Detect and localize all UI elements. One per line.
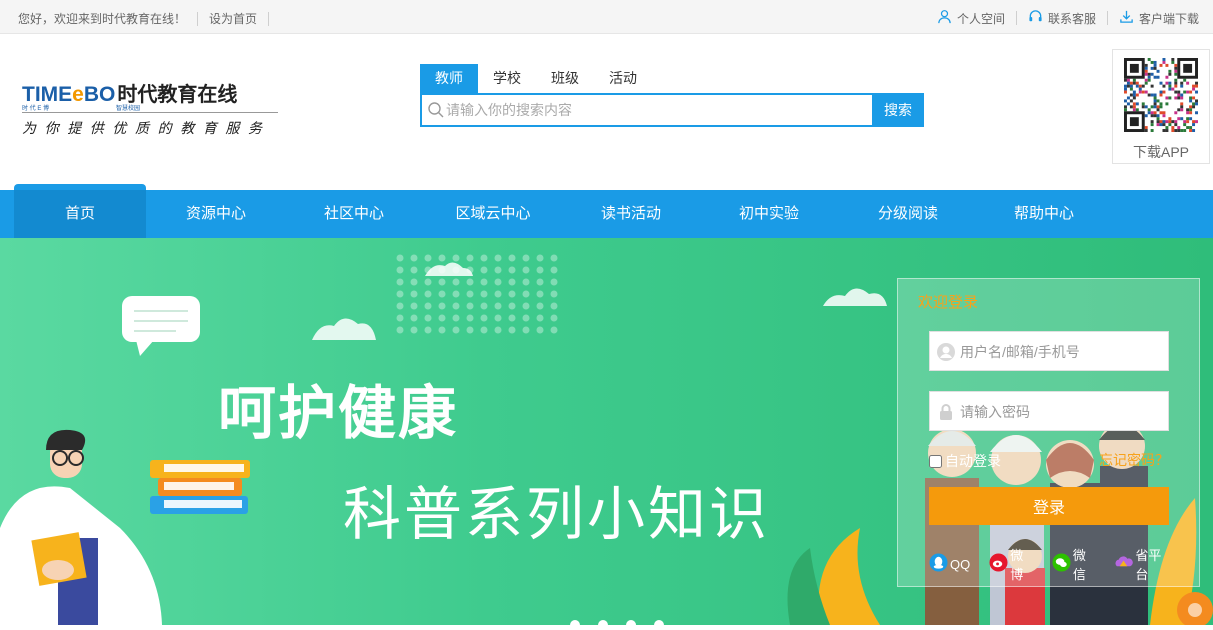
user-avatar-icon: [936, 342, 956, 362]
auto-login-checkbox[interactable]: 自动登录: [929, 451, 1001, 471]
logo-divider: [22, 112, 278, 113]
headset-icon: [1028, 9, 1043, 27]
carousel-dot[interactable]: [626, 620, 636, 630]
logo-brand-suffix: BO: [83, 83, 116, 106]
top-bar: 您好，欢迎来到时代教育在线！ 设为首页 个人空间 联系客服 客户端下载: [0, 0, 1213, 34]
nav-item[interactable]: 社区中心: [286, 190, 422, 238]
divider: [1106, 11, 1108, 25]
social-login-list: QQ 微博 微信 省平台: [929, 545, 1189, 583]
app-download-qr[interactable]: 下载APP: [1112, 49, 1210, 164]
download-icon: [1119, 9, 1134, 27]
nav-item[interactable]: 分级阅读: [840, 190, 976, 238]
search-button[interactable]: 搜索: [872, 93, 924, 127]
province-platform-icon: [1114, 553, 1134, 575]
nav-item[interactable]: 首页: [14, 190, 146, 238]
search-tab[interactable]: 班级: [536, 64, 594, 93]
main-nav: 首页 资源中心 社区中心 区域云中心 读书活动 初中实验 分级阅读 帮助中心: [0, 190, 1213, 238]
nav-item[interactable]: 帮助中心: [976, 190, 1112, 238]
top-bar-right: 个人空间 联系客服 客户端下载: [937, 9, 1199, 27]
nav-item[interactable]: 读书活动: [564, 190, 698, 238]
qq-icon: [929, 553, 948, 575]
contact-service-link[interactable]: 联系客服: [1028, 9, 1096, 27]
search-tab[interactable]: 活动: [594, 64, 652, 93]
carousel-dot[interactable]: [654, 620, 664, 630]
nav-item[interactable]: 区域云中心: [422, 190, 564, 238]
password-input[interactable]: [960, 400, 1160, 424]
logo-sub-left: 时 代 E 博: [22, 106, 50, 112]
user-icon: [937, 9, 952, 27]
social-login-label: QQ: [950, 556, 971, 572]
client-download-link[interactable]: 客户端下载: [1119, 9, 1199, 27]
auto-login-check[interactable]: [929, 454, 942, 468]
site-logo[interactable]: TIMEeBO 时代教育在线 时 代 E 博 智慧校园 为你提供优质的教育服务: [22, 78, 280, 138]
divider: [268, 11, 270, 26]
login-panel: 欢迎登录 自动登录 忘记密码？ 登录 QQ 微博 微信 省平台: [897, 278, 1200, 587]
wechat-icon: [1052, 553, 1071, 575]
login-button[interactable]: 登录: [929, 487, 1169, 525]
qr-code-icon: [1124, 58, 1198, 132]
search-tab[interactable]: 教师: [420, 64, 478, 93]
logo-brand-e: e: [72, 83, 84, 106]
auto-login-label: 自动登录: [945, 453, 1001, 469]
divider: [197, 11, 199, 26]
nav-item[interactable]: 资源中心: [146, 190, 286, 238]
search-tabs: 教师 学校 班级 活动: [420, 64, 652, 93]
set-home-link[interactable]: 设为首页: [209, 10, 257, 27]
carousel-dots: [570, 620, 664, 630]
social-login-province-platform[interactable]: 省平台: [1114, 545, 1170, 583]
welcome-text: 您好，欢迎来到时代教育在线！: [18, 12, 187, 26]
logo-sub-right: 智慧校园: [116, 106, 141, 112]
carousel-dot[interactable]: [598, 620, 608, 630]
lock-icon: [936, 402, 956, 422]
banner-title-main: 呵护健康: [218, 379, 459, 447]
nav-item[interactable]: 初中实验: [698, 190, 840, 238]
personal-space-link[interactable]: 个人空间: [937, 9, 1005, 27]
social-login-wechat[interactable]: 微信: [1052, 545, 1096, 583]
download-app-label: 下载APP: [1132, 144, 1189, 160]
logo-slogan: 为你提供优质的教育服务: [22, 120, 271, 136]
username-input[interactable]: [960, 340, 1160, 364]
carousel-dot[interactable]: [570, 620, 580, 630]
weibo-icon: [989, 553, 1008, 575]
search-input[interactable]: [446, 98, 866, 122]
search-icon: [427, 101, 445, 119]
personal-space-label: 个人空间: [956, 11, 1005, 26]
password-field: [929, 391, 1169, 431]
social-login-label: 微博: [1010, 548, 1024, 582]
banner-title-sub: 科普系列小知识: [343, 480, 771, 548]
contact-service-label: 联系客服: [1047, 11, 1096, 26]
divider: [1015, 11, 1017, 25]
search-box: 搜索: [420, 93, 924, 127]
social-login-label: 省平台: [1135, 548, 1162, 582]
social-login-label: 微信: [1072, 548, 1086, 582]
search-tab[interactable]: 学校: [478, 64, 536, 93]
client-download-label: 客户端下载: [1138, 11, 1199, 26]
social-login-weibo[interactable]: 微博: [989, 545, 1033, 583]
top-bar-left: 您好，欢迎来到时代教育在线！ 设为首页: [18, 10, 280, 27]
forgot-password-link[interactable]: 忘记密码？: [1099, 450, 1169, 470]
username-field: [929, 331, 1169, 371]
login-title: 欢迎登录: [918, 294, 979, 311]
social-login-qq[interactable]: QQ: [929, 545, 970, 583]
